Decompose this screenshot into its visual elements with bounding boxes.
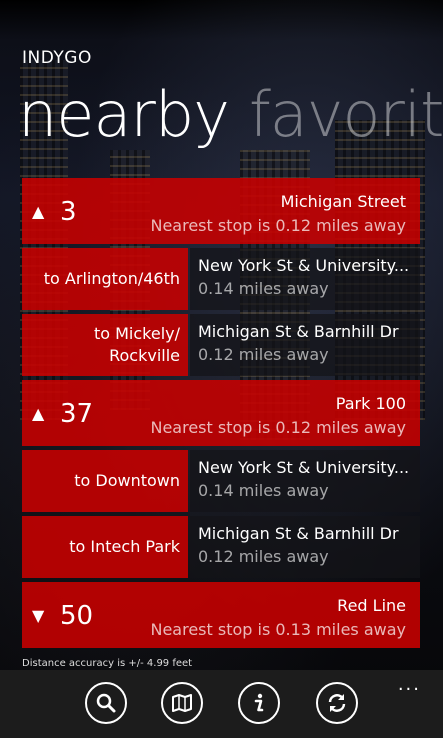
route-number: 50 [60,601,94,631]
stop-name: New York St & University... [198,256,410,275]
distance-accuracy-text: Distance accuracy is +/- 4.99 feet [22,658,193,669]
stop-distance: 0.12 miles away [198,345,329,364]
route-number: 37 [60,399,94,429]
nearest-stop-text: Nearest stop is 0.13 miles away [150,620,406,639]
pivot-tab-favorites[interactable]: favorite [249,78,443,151]
route-name: Red Line [337,596,406,615]
list-item[interactable]: to Arlington/46th New York St & Universi… [22,248,420,310]
list-item[interactable]: to Mickely/ Rockville Michigan St & Barn… [22,314,420,376]
stop-distance: 0.14 miles away [198,481,329,500]
route-header-3[interactable]: ▲ 3 Michigan Street Nearest stop is 0.12… [22,178,420,244]
collapse-arrow-icon[interactable]: ▲ [32,406,44,422]
nearest-stop-text: Nearest stop is 0.12 miles away [150,216,406,235]
route-name: Park 100 [335,394,406,413]
application-bar: ... [0,670,443,738]
direction-label: to Intech Park [22,516,188,578]
direction-label: to Downtown [22,450,188,512]
more-options-icon[interactable]: ... [398,674,421,695]
stop-name: Michigan St & Barnhill Dr [198,322,399,341]
stop-info: New York St & University... 0.14 miles a… [190,248,420,310]
direction-label: to Arlington/46th [22,248,188,310]
info-button[interactable] [238,682,280,724]
route-header-37[interactable]: ▲ 37 Park 100 Nearest stop is 0.12 miles… [22,380,420,446]
stop-info: New York St & University... 0.14 miles a… [190,450,420,512]
direction-label: to Mickely/ Rockville [22,314,188,376]
nearest-stop-text: Nearest stop is 0.12 miles away [150,418,406,437]
expand-arrow-icon[interactable]: ▼ [32,608,44,624]
search-icon [96,693,116,713]
map-icon [172,694,192,712]
collapse-arrow-icon[interactable]: ▲ [32,204,44,220]
stop-name: New York St & University... [198,458,410,477]
route-header-50[interactable]: ▼ 50 Red Line Nearest stop is 0.13 miles… [22,582,420,648]
list-item[interactable]: to Downtown New York St & University... … [22,450,420,512]
map-button[interactable] [161,682,203,724]
route-name: Michigan Street [280,192,406,211]
stop-distance: 0.12 miles away [198,547,329,566]
pivot-tab-nearby[interactable]: nearby [18,78,230,151]
stop-info: Michigan St & Barnhill Dr 0.12 miles awa… [190,516,420,578]
info-icon [254,693,264,712]
pivot-header: nearby favorite [18,78,443,151]
route-list: ▲ 3 Michigan Street Nearest stop is 0.12… [22,178,420,652]
refresh-button[interactable] [316,682,358,724]
route-number: 3 [60,197,77,227]
stop-name: Michigan St & Barnhill Dr [198,524,399,543]
stop-info: Michigan St & Barnhill Dr 0.12 miles awa… [190,314,420,376]
app-title: INDYGO [22,48,92,68]
list-item[interactable]: to Intech Park Michigan St & Barnhill Dr… [22,516,420,578]
stop-distance: 0.14 miles away [198,279,329,298]
search-button[interactable] [85,682,127,724]
refresh-icon [328,694,346,712]
